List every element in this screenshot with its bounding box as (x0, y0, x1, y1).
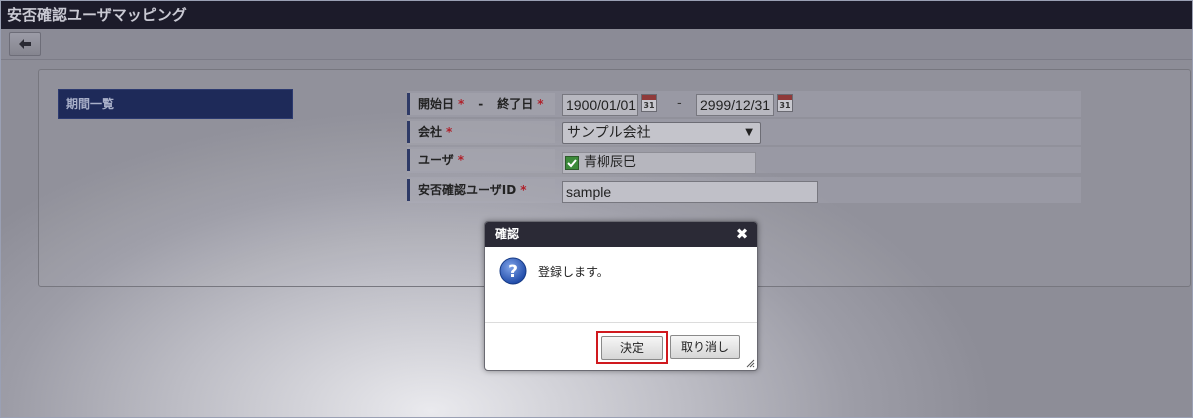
resize-grip-icon[interactable] (746, 359, 755, 368)
user-label: ユーザ * (407, 149, 555, 171)
back-button[interactable] (9, 32, 41, 56)
safety-user-id-label-text: 安否確認ユーザID (418, 183, 517, 197)
period-label: 開始日 * - 終了日 * (407, 93, 555, 115)
cancel-button[interactable]: 取り消し (670, 335, 740, 359)
required-mark: * (457, 153, 465, 167)
end-date-input[interactable]: 2999/12/31 (696, 94, 774, 116)
check-icon (565, 156, 579, 170)
company-select[interactable]: サンプル会社 ▼ (562, 122, 761, 144)
dialog-title: 確認 (485, 222, 757, 247)
label-separator: - (478, 97, 484, 111)
app-frame: 安否確認ユーザマッピング 期間一覧 開始日 * - 終了日 * 1900/01/01 3… (0, 0, 1193, 418)
user-name: 青柳辰巳 (584, 155, 637, 170)
company-label-text: 会社 (418, 125, 443, 139)
required-mark: * (446, 125, 453, 139)
dialog-message: 登録します。 (538, 265, 609, 279)
toolbar (1, 29, 1192, 60)
close-icon[interactable]: ✖ (735, 225, 749, 243)
confirm-dialog: 確認 ✖ ? 登録します。 決定 取り消し (484, 221, 758, 371)
company-select-value: サンプル会社 (567, 125, 651, 141)
end-date-label: 終了日 (497, 97, 534, 111)
safety-user-id-label: 安否確認ユーザID * (407, 179, 555, 201)
ok-button-highlight (596, 331, 668, 364)
calendar-icon[interactable]: 31 (777, 94, 793, 112)
range-separator: - (677, 96, 682, 111)
dialog-divider (485, 322, 757, 323)
user-field[interactable]: 青柳辰巳 (562, 152, 756, 174)
svg-text:?: ? (508, 262, 518, 282)
arrow-left-icon (19, 39, 31, 49)
start-date-input[interactable]: 1900/01/01 (562, 94, 638, 116)
user-label-text: ユーザ (418, 153, 454, 167)
required-mark: * (537, 97, 544, 111)
company-label: 会社 * (407, 121, 555, 143)
start-date-label: 開始日 (418, 97, 455, 111)
required-mark: * (458, 97, 465, 111)
calendar-icon[interactable]: 31 (641, 94, 657, 112)
window-title: 安否確認ユーザマッピング (1, 1, 1192, 29)
required-mark: * (520, 183, 527, 197)
dropdown-arrow-icon: ▼ (745, 127, 753, 138)
question-icon: ? (499, 257, 527, 285)
safety-user-id-input[interactable]: sample (562, 181, 818, 203)
sidebar-item-period-list[interactable]: 期間一覧 (58, 89, 293, 119)
